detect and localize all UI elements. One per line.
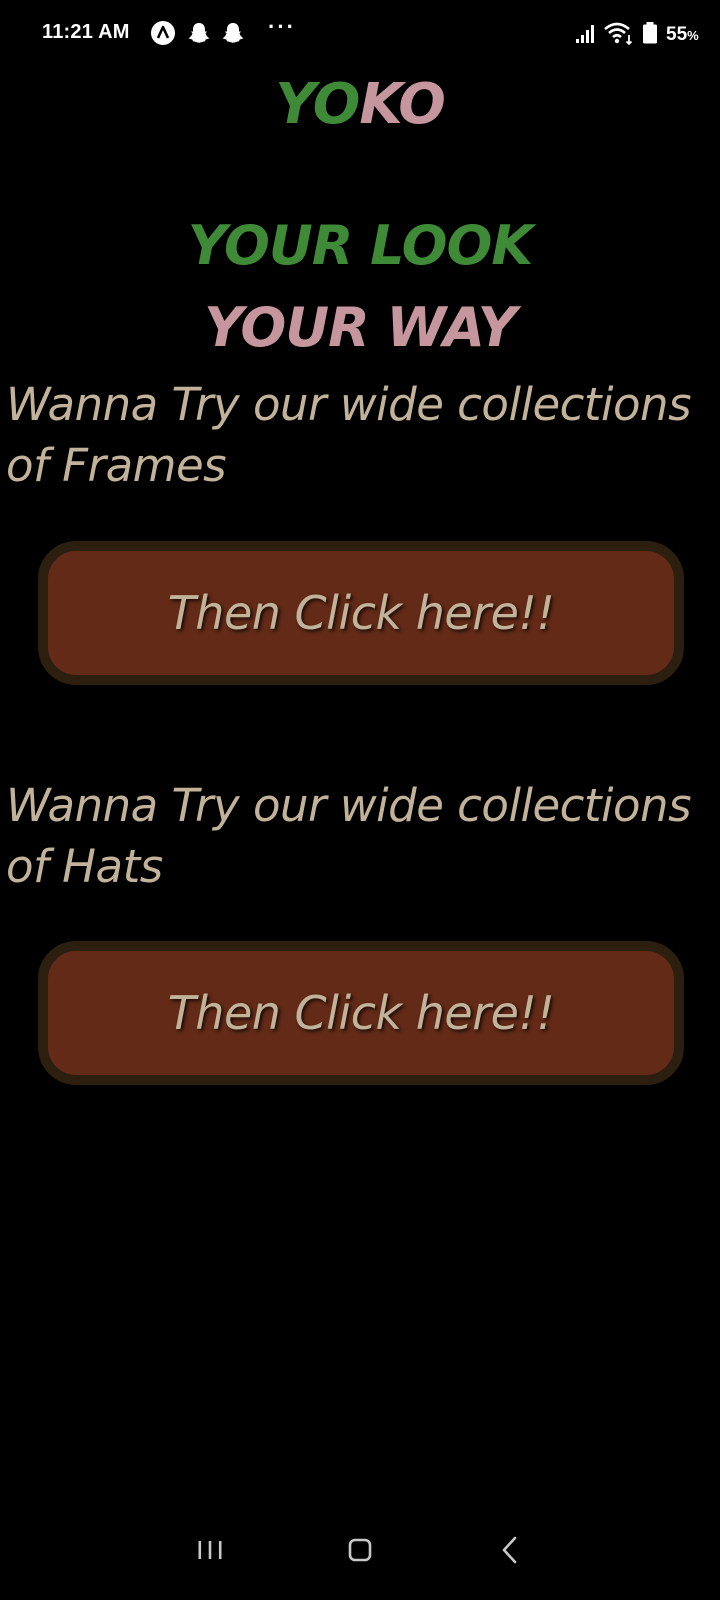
frames-button[interactable]: Then Click here!! xyxy=(38,541,684,685)
logo-part-green: YO xyxy=(275,72,360,137)
more-notifications-indicator: ··· xyxy=(268,14,296,39)
snapchat-icon xyxy=(220,20,246,46)
battery-icon xyxy=(640,20,660,46)
home-icon[interactable] xyxy=(330,1520,390,1580)
status-time: 11:21 AM xyxy=(42,21,130,43)
hats-button-label: Then Click here!! xyxy=(167,986,555,1040)
signal-icon xyxy=(574,20,600,46)
status-bar: 11:21 AM ··· 55% xyxy=(0,0,720,70)
hats-prompt-text: Wanna Try our wide collections of Hats xyxy=(6,779,692,893)
app-a-icon xyxy=(150,20,176,46)
tagline-line-2: YOUR WAY xyxy=(204,296,517,359)
frames-button-label: Then Click here!! xyxy=(167,586,555,640)
logo-part-pink: KO xyxy=(359,72,445,137)
hats-button[interactable]: Then Click here!! xyxy=(38,941,684,1085)
app-logo: YOKO xyxy=(0,70,720,140)
frames-prompt-text: Wanna Try our wide collections of Frames xyxy=(6,378,692,492)
back-icon[interactable] xyxy=(480,1520,540,1580)
navigation-bar xyxy=(0,1520,720,1580)
tagline-line-1: YOUR LOOK xyxy=(187,214,533,277)
battery-percentage: 55% xyxy=(666,24,699,46)
wifi-icon xyxy=(603,20,635,46)
battery-value: 55 xyxy=(666,24,688,45)
recent-apps-icon[interactable] xyxy=(180,1520,240,1580)
snapchat-icon xyxy=(186,20,212,46)
battery-unit: % xyxy=(687,28,699,43)
